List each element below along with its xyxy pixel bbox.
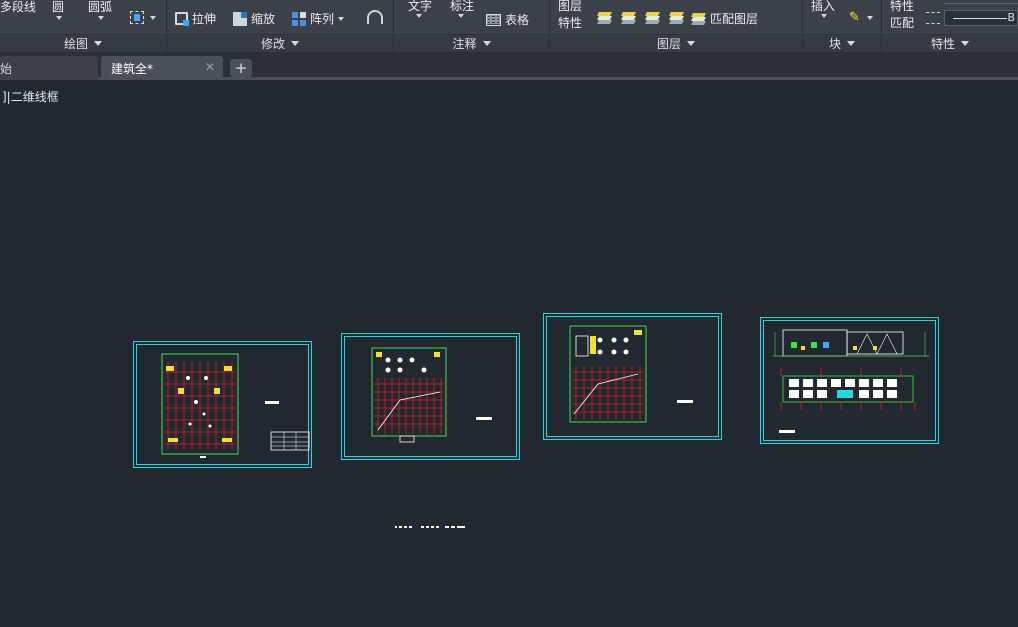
boundary-dropdown-icon[interactable] [150,16,156,20]
table-button[interactable]: 表格 [486,11,529,28]
stretch-icon [175,12,189,26]
dimension-dropdown-icon[interactable] [458,14,464,18]
modify-panel: 拉伸 缩放 阵列 修改 [167,0,394,52]
chevron-down-icon [961,41,969,46]
table-icon [486,13,501,26]
properties-panel-label: 特性 [930,37,955,51]
linetype-suffix: B [1007,11,1015,24]
table-label: 表格 [505,13,530,27]
scale-icon [233,11,247,26]
boundary-icon[interactable] [130,11,144,24]
stretch-button[interactable]: 拉伸 [175,10,216,27]
block-panel-label: 块 [828,37,841,51]
dimension-button[interactable]: 标注 [450,0,474,14]
sheet-1-plan [161,353,310,458]
properties-panel: 特性 匹配 B 特性 [882,0,1018,52]
block-panel-title[interactable]: 块 [803,34,881,52]
insert-dropdown-icon[interactable] [821,14,827,18]
match-properties-button[interactable]: 特性 [890,0,914,14]
chevron-down-icon [94,41,102,46]
close-icon[interactable]: ✕ [205,60,215,74]
sheet-2-plan [371,347,492,443]
chevron-down-icon [291,41,299,46]
stretch-label: 拉伸 [192,12,217,26]
tab-drawing-label: 建筑全* [111,61,154,76]
linetype-icon [926,12,940,24]
match-layer-label: 匹配图层 [710,12,759,26]
chevron-down-icon [687,41,695,46]
modify-panel-label: 修改 [260,37,285,51]
draw-panel: 多段线 圆 圆弧 绘图 [0,0,167,52]
tab-start[interactable]: 始 [0,56,98,80]
drawing-sheet-4[interactable] [760,317,939,444]
layer-off-icon[interactable] [597,12,612,24]
linetype-select[interactable]: B [944,10,1018,26]
properties-panel-title[interactable]: 特性 [882,34,1018,52]
edit-block-icon[interactable]: ✎ [849,10,860,25]
color-select[interactable] [944,0,1018,4]
polyline-button[interactable]: 多段线 [0,0,36,15]
model-space-caption [395,526,465,528]
scale-label: 缩放 [251,12,276,26]
drawing-viewport[interactable]: ]|二维线框 [0,83,1018,627]
arc-dropdown-icon[interactable] [98,16,104,20]
layers-panel-title[interactable]: 图层 [550,34,802,52]
layers-panel: 图层 特性 匹配图层 图层 [550,0,803,52]
array-label: 阵列 [310,12,335,26]
draw-panel-label: 绘图 [63,37,88,51]
linetype-line [953,18,1007,19]
viewport-controls-label[interactable]: ]|二维线框 [2,88,59,105]
layer-freeze-icon[interactable] [645,12,660,24]
layers-panel-label: 图层 [656,37,681,51]
layer-properties-label: 特性 [558,16,583,30]
circle-dropdown-icon[interactable] [56,16,62,20]
chevron-down-icon [482,41,491,46]
file-tab-bar: 始 建筑全* ✕ + [0,52,1018,80]
match-layer-icon [691,12,706,25]
array-icon [292,11,306,26]
modify-panel-title[interactable]: 修改 [167,34,393,52]
layer-lock-icon[interactable] [669,12,684,24]
layer-isolate-icon[interactable] [621,12,636,24]
ribbon: 多段线 圆 圆弧 绘图 拉伸 缩放 阵列 修改 文字 标注 表格 注释 图层 特… [0,0,1018,52]
match-properties-label: 匹配 [890,16,915,30]
layer-properties-button[interactable]: 图层 [558,0,582,14]
offset-icon[interactable] [367,10,383,24]
match-layer-button[interactable]: 匹配图层 [691,10,759,27]
chevron-down-icon [847,41,855,46]
drawing-sheet-2[interactable] [341,333,520,460]
sheet-4-elevation [773,329,929,433]
drawing-sheet-3[interactable] [543,313,722,440]
scale-button[interactable]: 缩放 [233,10,275,27]
array-button[interactable]: 阵列 [292,10,345,27]
text-dropdown-icon[interactable] [416,14,422,18]
circle-button[interactable]: 圆 [52,0,64,15]
tab-start-label: 始 [0,61,13,76]
draw-panel-title[interactable]: 绘图 [0,34,166,52]
sheet-3-plan [569,325,693,423]
edit-block-dropdown-icon[interactable] [867,16,873,20]
text-button[interactable]: 文字 [408,0,432,14]
arc-button[interactable]: 圆弧 [88,0,112,15]
new-tab-button[interactable]: + [230,59,252,77]
annotation-panel-title[interactable]: 注释 [394,34,549,52]
insert-button[interactable]: 插入 [811,0,835,14]
tab-drawing[interactable]: 建筑全* ✕ [101,56,223,80]
annotation-panel: 文字 标注 表格 注释 [394,0,550,52]
annotation-panel-label: 注释 [452,37,477,51]
drawing-sheet-1[interactable] [133,341,312,468]
block-panel: 插入 ✎ 块 [803,0,882,52]
array-dropdown-icon[interactable] [338,16,345,21]
